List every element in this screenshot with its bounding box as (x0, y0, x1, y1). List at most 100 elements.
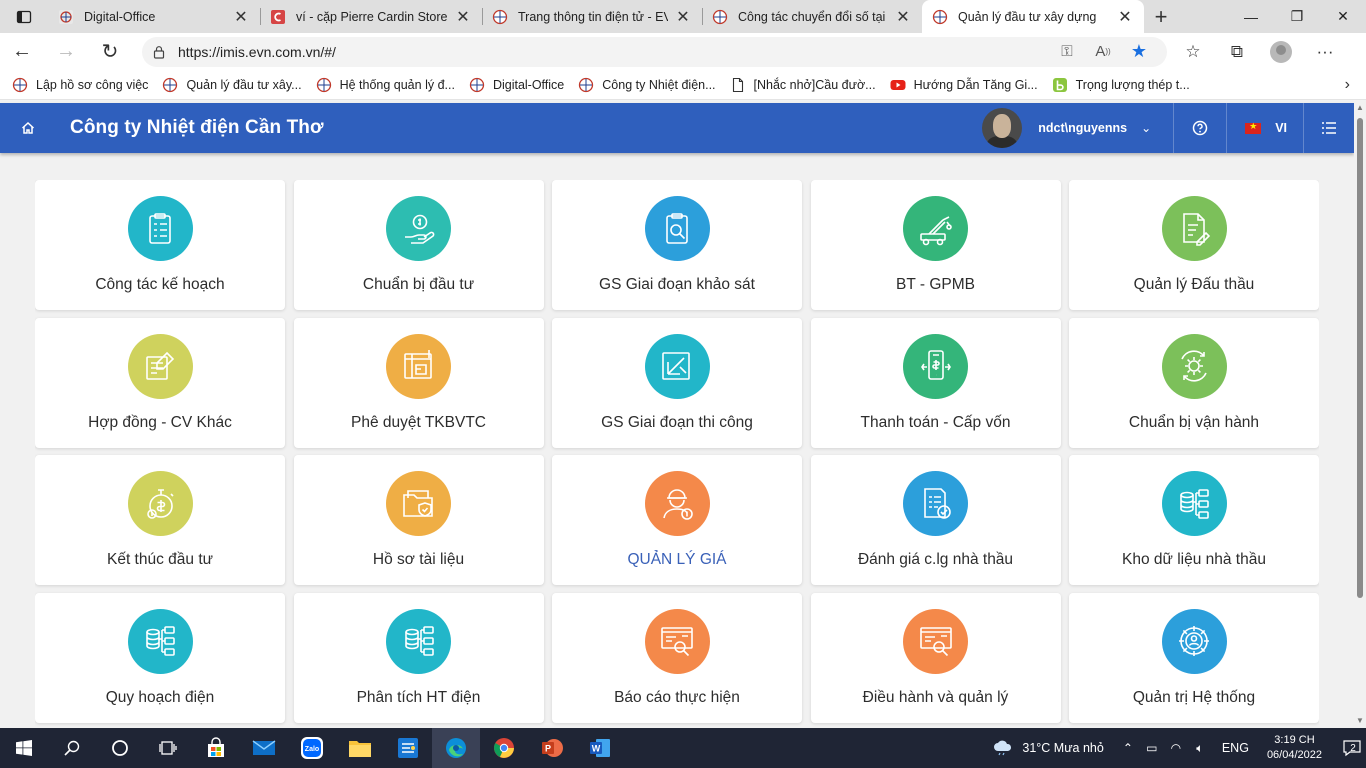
bookmark-item[interactable]: Công ty Nhiệt điện... (578, 77, 716, 93)
help-button[interactable] (1174, 103, 1226, 153)
module-tile-ho-so-tai-lieu[interactable]: Hồ sơ tài liệu (293, 455, 544, 585)
tab-title: Digital-Office (84, 9, 156, 24)
cortana-button[interactable] (96, 728, 144, 768)
home-button[interactable] (0, 103, 56, 153)
module-tile-quan-ly-dau-thau[interactable]: Quản lý Đấu thầu (1069, 180, 1319, 310)
module-tile-quan-tri[interactable]: Quản trị Hệ thống (1069, 592, 1319, 723)
b-icon (1052, 77, 1067, 92)
module-tile-dieu-hanh[interactable]: Điều hành và quản lý (810, 592, 1061, 723)
scroll-down-icon[interactable]: ▼ (1356, 716, 1364, 725)
word-icon: W (590, 739, 610, 757)
new-tab-button[interactable]: + (1144, 0, 1178, 33)
back-button[interactable]: ← (0, 33, 44, 70)
word-app[interactable]: W (576, 728, 624, 768)
key-icon[interactable]: ⚿ (1049, 43, 1085, 60)
browser-tab[interactable]: ví - cặp Pierre Cardin Store ✕ (260, 0, 482, 33)
module-tile-phan-tich-ht-dien[interactable]: Phân tích HT điện (293, 592, 544, 723)
scroll-thumb[interactable] (1357, 118, 1363, 598)
refresh-button[interactable]: ↻ (88, 33, 132, 70)
user-avatar[interactable] (982, 108, 1023, 148)
close-window-button[interactable]: ✕ (1320, 0, 1366, 33)
profile-button[interactable] (1259, 33, 1303, 70)
edge-app[interactable] (432, 728, 480, 768)
menu-button[interactable] (1304, 103, 1354, 153)
module-tile-chuan-bi-van-hanh[interactable]: Chuẩn bị vận hành (1069, 317, 1319, 448)
weather-widget[interactable]: 31°C Mưa nhỏ (992, 740, 1104, 756)
language-selector[interactable]: VI (1227, 103, 1303, 153)
chevron-down-icon[interactable]: ⌄ (1141, 121, 1151, 135)
bookmark-item[interactable]: Hệ thống quản lý đ... (316, 77, 455, 93)
module-tile-cong-tac-ke-hoach[interactable]: Công tác kế hoạch (35, 180, 285, 310)
settings-more-button[interactable]: ··· (1303, 33, 1347, 70)
module-tile-gs-thi-cong[interactable]: GS Giai đoạn thi công (552, 317, 802, 448)
module-tile-bao-cao-thuc-hien[interactable]: Báo cáo thực hiện (552, 592, 802, 723)
close-icon[interactable]: ✕ (454, 7, 472, 27)
close-icon[interactable]: ✕ (894, 7, 912, 27)
microsoft-store-icon (208, 737, 224, 757)
collections-icon: ⧉ (1230, 41, 1244, 61)
chevron-right-icon[interactable]: › (1345, 76, 1350, 94)
mail-app[interactable] (240, 728, 288, 768)
hand-coin-icon (386, 196, 451, 261)
bookmark-item[interactable]: Quản lý đầu tư xây... (162, 77, 302, 93)
start-button[interactable] (0, 728, 48, 768)
powerpoint-app[interactable]: P (528, 728, 576, 768)
module-tile-bt-gpmb[interactable]: BT - GPMB (810, 180, 1061, 310)
bookmark-item[interactable]: [Nhắc nhở]Cầu đườ... (730, 77, 876, 93)
bookmark-item[interactable]: Lập hồ sơ công việc (12, 77, 148, 93)
close-icon[interactable]: ✕ (674, 7, 692, 27)
mobile-payment-icon (903, 333, 968, 399)
forward-button[interactable]: → (44, 33, 88, 70)
clock[interactable]: 3:19 CH 06/04/2022 (1267, 733, 1322, 763)
tab-actions-button[interactable] (0, 0, 48, 33)
browser-tab[interactable]: Công tác chuyển đổi số tại Cô ✕ (702, 0, 922, 33)
bookmark-item[interactable]: Hướng Dẫn Tăng Gi... (890, 77, 1038, 93)
task-view-button[interactable] (144, 728, 192, 768)
module-tile-quy-hoach-dien[interactable]: Quy hoạch điện (35, 592, 285, 723)
url-field[interactable]: https://imis.evn.com.vn/#/ ⚿ A)) ★ (142, 36, 1167, 67)
user-name[interactable]: ndct\nguyenns (1038, 121, 1127, 135)
module-tile-danh-gia-nha-thau[interactable]: Đánh giá c.lg nhà thầu (810, 455, 1061, 585)
browser-tab[interactable]: Trang thông tin điện tử - EVN ✕ (482, 0, 702, 33)
browser-tab-active[interactable]: Quản lý đầu tư xây dựng ✕ (922, 0, 1144, 33)
module-tile-quan-ly-gia[interactable]: QUẢN LÝ GIÁ (552, 455, 802, 585)
module-tile-hop-dong[interactable]: Hợp đồng - CV Khác (35, 317, 285, 448)
store-app[interactable] (192, 728, 240, 768)
module-tile-gs-khao-sat[interactable]: GS Giai đoạn khảo sát (552, 180, 802, 310)
wifi-icon[interactable]: ◠ (1164, 741, 1188, 755)
address-bar: ← → ↻ https://imis.evn.com.vn/#/ ⚿ A)) ★… (0, 33, 1366, 70)
favorite-star-icon[interactable]: ★ (1121, 41, 1157, 62)
checklist-icon (903, 471, 968, 536)
search-button[interactable] (48, 728, 96, 768)
restore-button[interactable]: ❐ (1274, 0, 1320, 33)
zalo-app[interactable]: Zalo (288, 728, 336, 768)
page-scrollbar[interactable]: ▲ ▼ (1354, 100, 1366, 728)
minimize-button[interactable]: — (1228, 0, 1274, 33)
plus-icon: + (1154, 3, 1168, 29)
scroll-up-icon[interactable]: ▲ (1356, 103, 1364, 112)
file-explorer-app[interactable] (336, 728, 384, 768)
chevron-up-icon[interactable]: ⌃ (1116, 741, 1140, 755)
chrome-app[interactable] (480, 728, 528, 768)
favorites-button[interactable]: ☆ (1171, 33, 1215, 70)
battery-icon[interactable]: ▭ (1140, 741, 1164, 755)
notification-center-button[interactable]: 2 (1332, 728, 1366, 768)
volume-icon[interactable]: 🔈︎ (1188, 741, 1212, 756)
module-tile-ket-thuc-dau-tu[interactable]: Kết thúc đầu tư (35, 455, 285, 585)
collections-button[interactable]: ⧉ (1215, 33, 1259, 70)
module-tile-chuan-bi-dau-tu[interactable]: Chuẩn bị đầu tư (293, 180, 544, 310)
module-tile-thanh-toan[interactable]: Thanh toán - Cấp vốn (810, 317, 1061, 448)
close-icon[interactable]: ✕ (1116, 7, 1134, 27)
bookmark-item[interactable]: Trọng lượng thép t... (1052, 77, 1190, 93)
read-aloud-icon[interactable]: A)) (1085, 43, 1121, 60)
close-icon[interactable]: ✕ (232, 7, 250, 27)
input-language[interactable]: ENG (1222, 741, 1249, 755)
clipboard-search-icon (644, 196, 710, 261)
database-tree-icon (1161, 471, 1227, 536)
module-tile-phe-duyet-tkbvtc[interactable]: Phê duyệt TKBVTC (293, 317, 544, 448)
module-tile-kho-du-lieu[interactable]: Kho dữ liệu nhà thầu (1069, 455, 1319, 585)
remote-app[interactable] (384, 728, 432, 768)
bookmark-label: Công ty Nhiệt điện... (602, 77, 716, 92)
bookmark-item[interactable]: Digital-Office (469, 77, 564, 93)
browser-tab[interactable]: Digital-Office ✕ (48, 0, 260, 33)
